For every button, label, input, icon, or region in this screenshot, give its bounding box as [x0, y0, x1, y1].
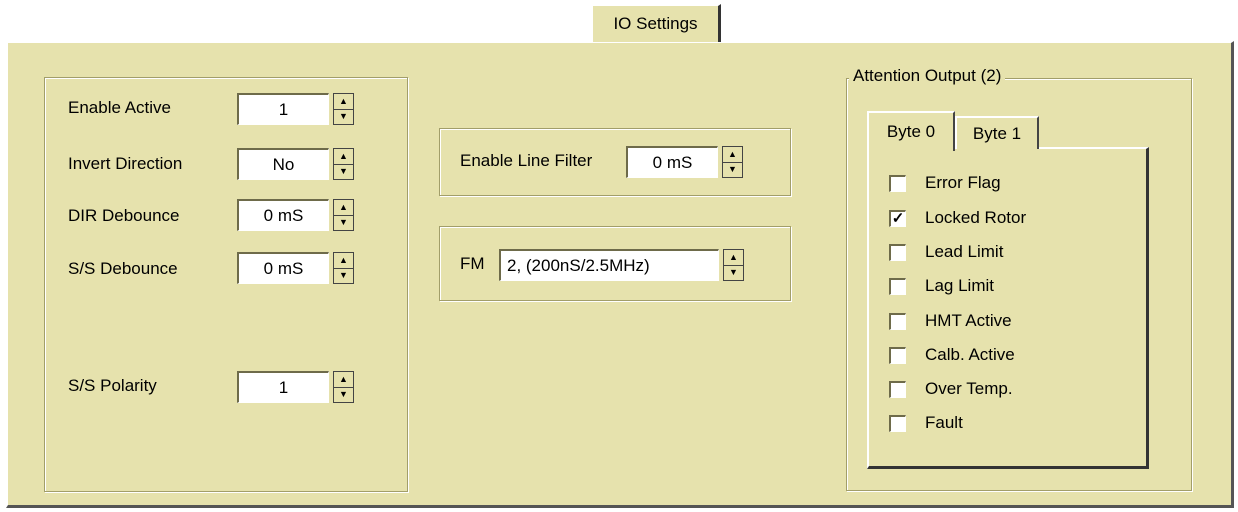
ss-debounce-spinner[interactable]: 0 mS ▲ ▼: [237, 252, 354, 284]
ss-polarity-spinner[interactable]: 1 ▲ ▼: [237, 371, 354, 403]
calb-active-checkbox[interactable]: [889, 346, 906, 364]
invert-direction-spin-buttons[interactable]: ▲ ▼: [333, 148, 354, 180]
dir-debounce-spin-buttons[interactable]: ▲ ▼: [333, 199, 354, 231]
fault-label: Fault: [925, 413, 963, 432]
spin-up-icon[interactable]: ▲: [723, 147, 742, 163]
fm-value[interactable]: 2, (200nS/2.5MHz): [499, 249, 719, 281]
spin-up-icon[interactable]: ▲: [334, 253, 353, 269]
lead-limit-label: Lead Limit: [925, 242, 1004, 261]
spin-down-icon[interactable]: ▼: [334, 165, 353, 180]
tab-byte-0[interactable]: Byte 0: [867, 111, 955, 151]
ss-debounce-label: S/S Debounce: [68, 259, 178, 278]
dir-debounce-value[interactable]: 0 mS: [237, 199, 329, 231]
dir-debounce-label: DIR Debounce: [68, 206, 180, 225]
tab-byte-1-label: Byte 1: [972, 123, 1022, 143]
invert-direction-spinner[interactable]: No ▲ ▼: [237, 148, 354, 180]
flag-lag-limit[interactable]: Lag Limit: [889, 276, 994, 296]
invert-direction-label: Invert Direction: [68, 154, 183, 173]
left-settings-group: Enable Active 1 ▲ ▼ Invert Direction No …: [44, 77, 408, 492]
fault-checkbox[interactable]: [889, 414, 906, 432]
enable-active-value[interactable]: 1: [237, 93, 329, 125]
over-temp-checkbox[interactable]: [889, 380, 906, 398]
spin-down-icon[interactable]: ▼: [334, 269, 353, 284]
fm-label: FM: [460, 254, 485, 273]
spin-down-icon[interactable]: ▼: [334, 216, 353, 231]
hmt-active-checkbox[interactable]: [889, 312, 906, 330]
ss-debounce-spin-buttons[interactable]: ▲ ▼: [333, 252, 354, 284]
tab-io-settings-label: IO Settings: [613, 14, 698, 33]
flag-hmt-active[interactable]: HMT Active: [889, 311, 1012, 331]
ss-polarity-value[interactable]: 1: [237, 371, 329, 403]
flag-calb-active[interactable]: Calb. Active: [889, 345, 1015, 365]
spin-up-icon[interactable]: ▲: [724, 250, 743, 266]
locked-rotor-checkbox[interactable]: ✓: [889, 209, 906, 227]
tab-byte-1[interactable]: Byte 1: [955, 116, 1039, 149]
invert-direction-value[interactable]: No: [237, 148, 329, 180]
lead-limit-checkbox[interactable]: [889, 243, 906, 261]
ss-debounce-value[interactable]: 0 mS: [237, 252, 329, 284]
line-filter-spin-buttons[interactable]: ▲ ▼: [722, 146, 743, 178]
flag-over-temp[interactable]: Over Temp.: [889, 379, 1013, 399]
error-flag-checkbox[interactable]: [889, 174, 906, 192]
attention-byte0-page: Error Flag ✓ Locked Rotor Lead Limit Lag…: [867, 147, 1149, 469]
dir-debounce-spinner[interactable]: 0 mS ▲ ▼: [237, 199, 354, 231]
lag-limit-label: Lag Limit: [925, 276, 994, 295]
spin-down-icon[interactable]: ▼: [723, 163, 742, 178]
spin-down-icon[interactable]: ▼: [334, 110, 353, 125]
spin-up-icon[interactable]: ▲: [334, 149, 353, 165]
line-filter-group: Enable Line Filter 0 mS ▲ ▼: [439, 128, 791, 196]
lag-limit-checkbox[interactable]: [889, 277, 906, 295]
locked-rotor-label: Locked Rotor: [925, 208, 1027, 227]
line-filter-label: Enable Line Filter: [460, 151, 593, 170]
spin-up-icon[interactable]: ▲: [334, 94, 353, 110]
attention-output-title: Attention Output (2): [849, 66, 1006, 86]
enable-active-label: Enable Active: [68, 98, 172, 117]
tab-byte-0-label: Byte 0: [886, 122, 936, 141]
line-filter-spinner[interactable]: 0 mS ▲ ▼: [626, 146, 743, 178]
spin-up-icon[interactable]: ▲: [334, 200, 353, 216]
flag-lead-limit[interactable]: Lead Limit: [889, 242, 1003, 262]
calb-active-label: Calb. Active: [925, 345, 1015, 364]
fm-spin-buttons[interactable]: ▲ ▼: [723, 249, 744, 281]
flag-locked-rotor[interactable]: ✓ Locked Rotor: [889, 208, 1026, 228]
ss-polarity-label: S/S Polarity: [68, 376, 157, 395]
io-settings-panel: Enable Active 1 ▲ ▼ Invert Direction No …: [6, 41, 1234, 508]
enable-active-spin-buttons[interactable]: ▲ ▼: [333, 93, 354, 125]
spin-down-icon[interactable]: ▼: [724, 266, 743, 281]
flag-error-flag[interactable]: Error Flag: [889, 173, 1001, 193]
fm-group: FM 2, (200nS/2.5MHz) ▲ ▼: [439, 226, 791, 301]
over-temp-label: Over Temp.: [925, 379, 1013, 398]
line-filter-value[interactable]: 0 mS: [626, 146, 718, 178]
flag-fault[interactable]: Fault: [889, 413, 963, 433]
enable-active-spinner[interactable]: 1 ▲ ▼: [237, 93, 354, 125]
tab-io-settings[interactable]: IO Settings: [591, 4, 721, 42]
ss-polarity-spin-buttons[interactable]: ▲ ▼: [333, 371, 354, 403]
spin-down-icon[interactable]: ▼: [334, 388, 353, 403]
error-flag-label: Error Flag: [925, 173, 1001, 192]
hmt-active-label: HMT Active: [925, 311, 1012, 330]
spin-up-icon[interactable]: ▲: [334, 372, 353, 388]
fm-spinner[interactable]: 2, (200nS/2.5MHz) ▲ ▼: [499, 249, 744, 281]
